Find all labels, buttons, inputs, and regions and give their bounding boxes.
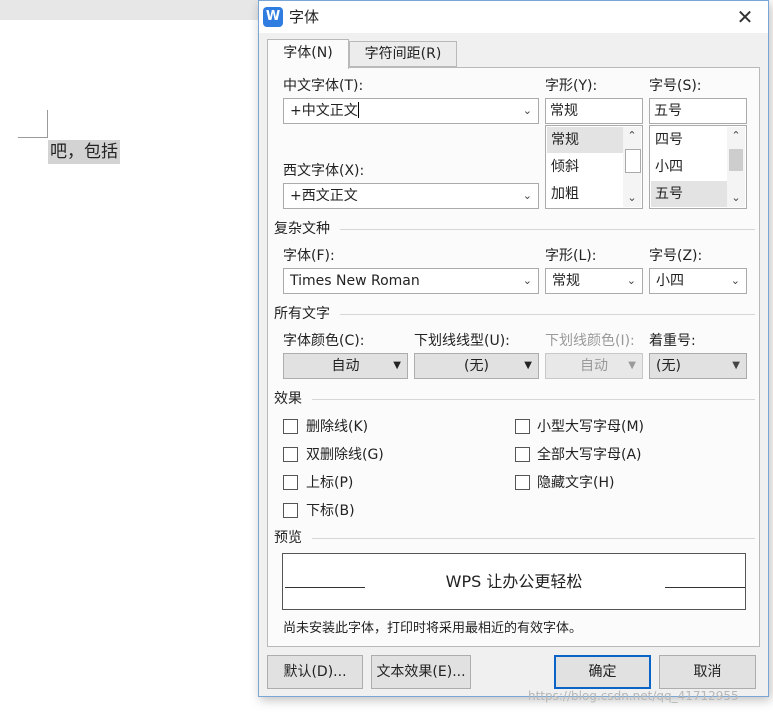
cn-font-label: 中文字体(T): [283, 78, 364, 94]
tab-character-spacing[interactable]: 字符间距(R) [349, 41, 457, 67]
page-corner-mark [18, 137, 48, 138]
emphasis-value: (无) [656, 358, 681, 374]
western-font-combo[interactable]: +西文正文 ⌄ [283, 183, 539, 209]
all-caps-label[interactable]: 全部大写字母(A) [537, 446, 642, 464]
preview-baseline-right [665, 587, 745, 588]
style-input[interactable]: 常规 [545, 98, 643, 124]
list-item[interactable]: 五号 [651, 181, 729, 207]
complex-size-label: 字号(Z): [649, 248, 703, 264]
chevron-down-icon[interactable]: ⌄ [623, 189, 641, 207]
underline-style-label: 下划线线型(U): [414, 333, 510, 349]
list-item[interactable]: 四号 [651, 127, 729, 153]
section-all-text: 所有文字 [274, 306, 330, 322]
chevron-down-icon: ⌄ [626, 274, 636, 287]
strikethrough-label[interactable]: 删除线(K) [306, 418, 368, 436]
size-input[interactable]: 五号 [649, 98, 747, 124]
wps-app-icon: W [263, 7, 283, 27]
caret-down-icon: ▼ [628, 360, 636, 371]
underline-color-value: 自动 [580, 358, 608, 374]
caret-down-icon: ▼ [524, 360, 532, 371]
double-strikethrough-checkbox[interactable] [283, 447, 298, 462]
complex-font-combo[interactable]: Times New Roman ⌄ [283, 268, 539, 294]
scroll-thumb[interactable] [729, 149, 743, 171]
divider [340, 314, 755, 315]
section-effects: 效果 [274, 391, 302, 407]
dialog-title: 字体 [289, 8, 320, 26]
emphasis-dropdown[interactable]: (无) ▼ [649, 353, 747, 379]
underline-color-label: 下划线颜色(I): [545, 333, 635, 349]
chevron-down-icon[interactable]: ⌄ [727, 189, 745, 207]
divider [312, 538, 755, 539]
underline-style-dropdown[interactable]: (无) ▼ [414, 353, 539, 379]
complex-font-value: Times New Roman [290, 273, 420, 289]
section-preview: 预览 [274, 530, 302, 546]
superscript-label[interactable]: 上标(P) [306, 474, 353, 492]
ok-button[interactable]: 确定 [554, 655, 651, 689]
watermark-url: https://blog.csdn.net/qq_41712955 [528, 689, 739, 703]
size-label: 字号(S): [649, 78, 702, 94]
close-icon[interactable]: ✕ [729, 3, 761, 31]
small-caps-label[interactable]: 小型大写字母(M) [537, 418, 644, 436]
emphasis-label: 着重号: [649, 333, 696, 349]
font-color-value: 自动 [331, 358, 360, 374]
size-listbox[interactable]: 四号 小四 五号 ⌃ ⌄ [649, 125, 747, 209]
strikethrough-checkbox[interactable] [283, 419, 298, 434]
complex-font-label: 字体(F): [283, 248, 335, 264]
caret-down-icon: ▼ [732, 360, 740, 371]
underline-style-value: (无) [464, 358, 489, 374]
hidden-text-checkbox[interactable] [515, 475, 530, 490]
chevron-down-icon: ⌄ [522, 274, 532, 287]
western-font-value: +西文正文 [290, 188, 358, 204]
underline-color-dropdown: 自动 ▼ [545, 353, 643, 379]
double-strikethrough-label[interactable]: 双删除线(G) [306, 446, 384, 464]
title-bar[interactable]: W 字体 ✕ [259, 1, 768, 33]
cn-font-combo[interactable]: +中文正文 ⌄ [283, 98, 539, 124]
document-selected-text[interactable]: 吧，包括 [48, 140, 120, 164]
complex-size-combo[interactable]: 小四 ⌄ [649, 268, 747, 294]
divider [340, 229, 755, 230]
page-corner-mark [47, 110, 48, 138]
scroll-thumb[interactable] [625, 149, 641, 173]
chevron-up-icon[interactable]: ⌃ [623, 127, 641, 145]
list-item[interactable]: 常规 [547, 127, 625, 153]
font-color-label: 字体颜色(C): [283, 333, 365, 349]
complex-size-value: 小四 [656, 273, 684, 289]
preview-box: WPS 让办公更轻松 [282, 553, 746, 610]
caret-down-icon: ▼ [393, 360, 401, 371]
chevron-down-icon: ⌄ [730, 274, 740, 287]
divider [312, 399, 755, 400]
small-caps-checkbox[interactable] [515, 419, 530, 434]
western-font-label: 西文字体(X): [283, 163, 365, 179]
chevron-up-icon[interactable]: ⌃ [727, 127, 745, 145]
text-effect-button[interactable]: 文本效果(E)... [371, 655, 471, 689]
font-dialog: W 字体 ✕ 字体(N) 字符间距(R) 中文字体(T): +中文正文 ⌄ 字形… [258, 0, 769, 697]
cancel-button[interactable]: 取消 [659, 655, 756, 689]
scrollbar[interactable]: ⌃ ⌄ [727, 127, 745, 207]
default-button[interactable]: 默认(D)... [267, 655, 363, 689]
subscript-label[interactable]: 下标(B) [306, 502, 355, 520]
all-caps-checkbox[interactable] [515, 447, 530, 462]
complex-style-value: 常规 [552, 273, 580, 289]
chevron-down-icon: ⌄ [522, 189, 532, 202]
chevron-down-icon: ⌄ [522, 104, 532, 117]
list-item[interactable]: 小四 [651, 154, 729, 180]
scrollbar[interactable]: ⌃ ⌄ [623, 127, 641, 207]
hidden-text-label[interactable]: 隐藏文字(H) [537, 474, 614, 492]
font-color-dropdown[interactable]: 自动 ▼ [283, 353, 408, 379]
subscript-checkbox[interactable] [283, 503, 298, 518]
section-complex-script: 复杂文种 [274, 221, 330, 237]
complex-style-combo[interactable]: 常规 ⌄ [545, 268, 643, 294]
preview-note: 尚未安装此字体，打印时将采用最相近的有效字体。 [283, 621, 583, 636]
list-item[interactable]: 倾斜 [547, 154, 625, 180]
cn-font-value: +中文正文 [290, 103, 358, 119]
style-listbox[interactable]: 常规 倾斜 加粗 ⌃ ⌄ [545, 125, 643, 209]
style-label: 字形(Y): [545, 78, 598, 94]
tab-font[interactable]: 字体(N) [267, 39, 349, 69]
complex-style-label: 字形(L): [545, 248, 597, 264]
superscript-checkbox[interactable] [283, 475, 298, 490]
list-item[interactable]: 加粗 [547, 181, 625, 207]
document-top-bar [0, 0, 260, 20]
preview-sample-text: WPS 让办公更轻松 [445, 572, 583, 591]
